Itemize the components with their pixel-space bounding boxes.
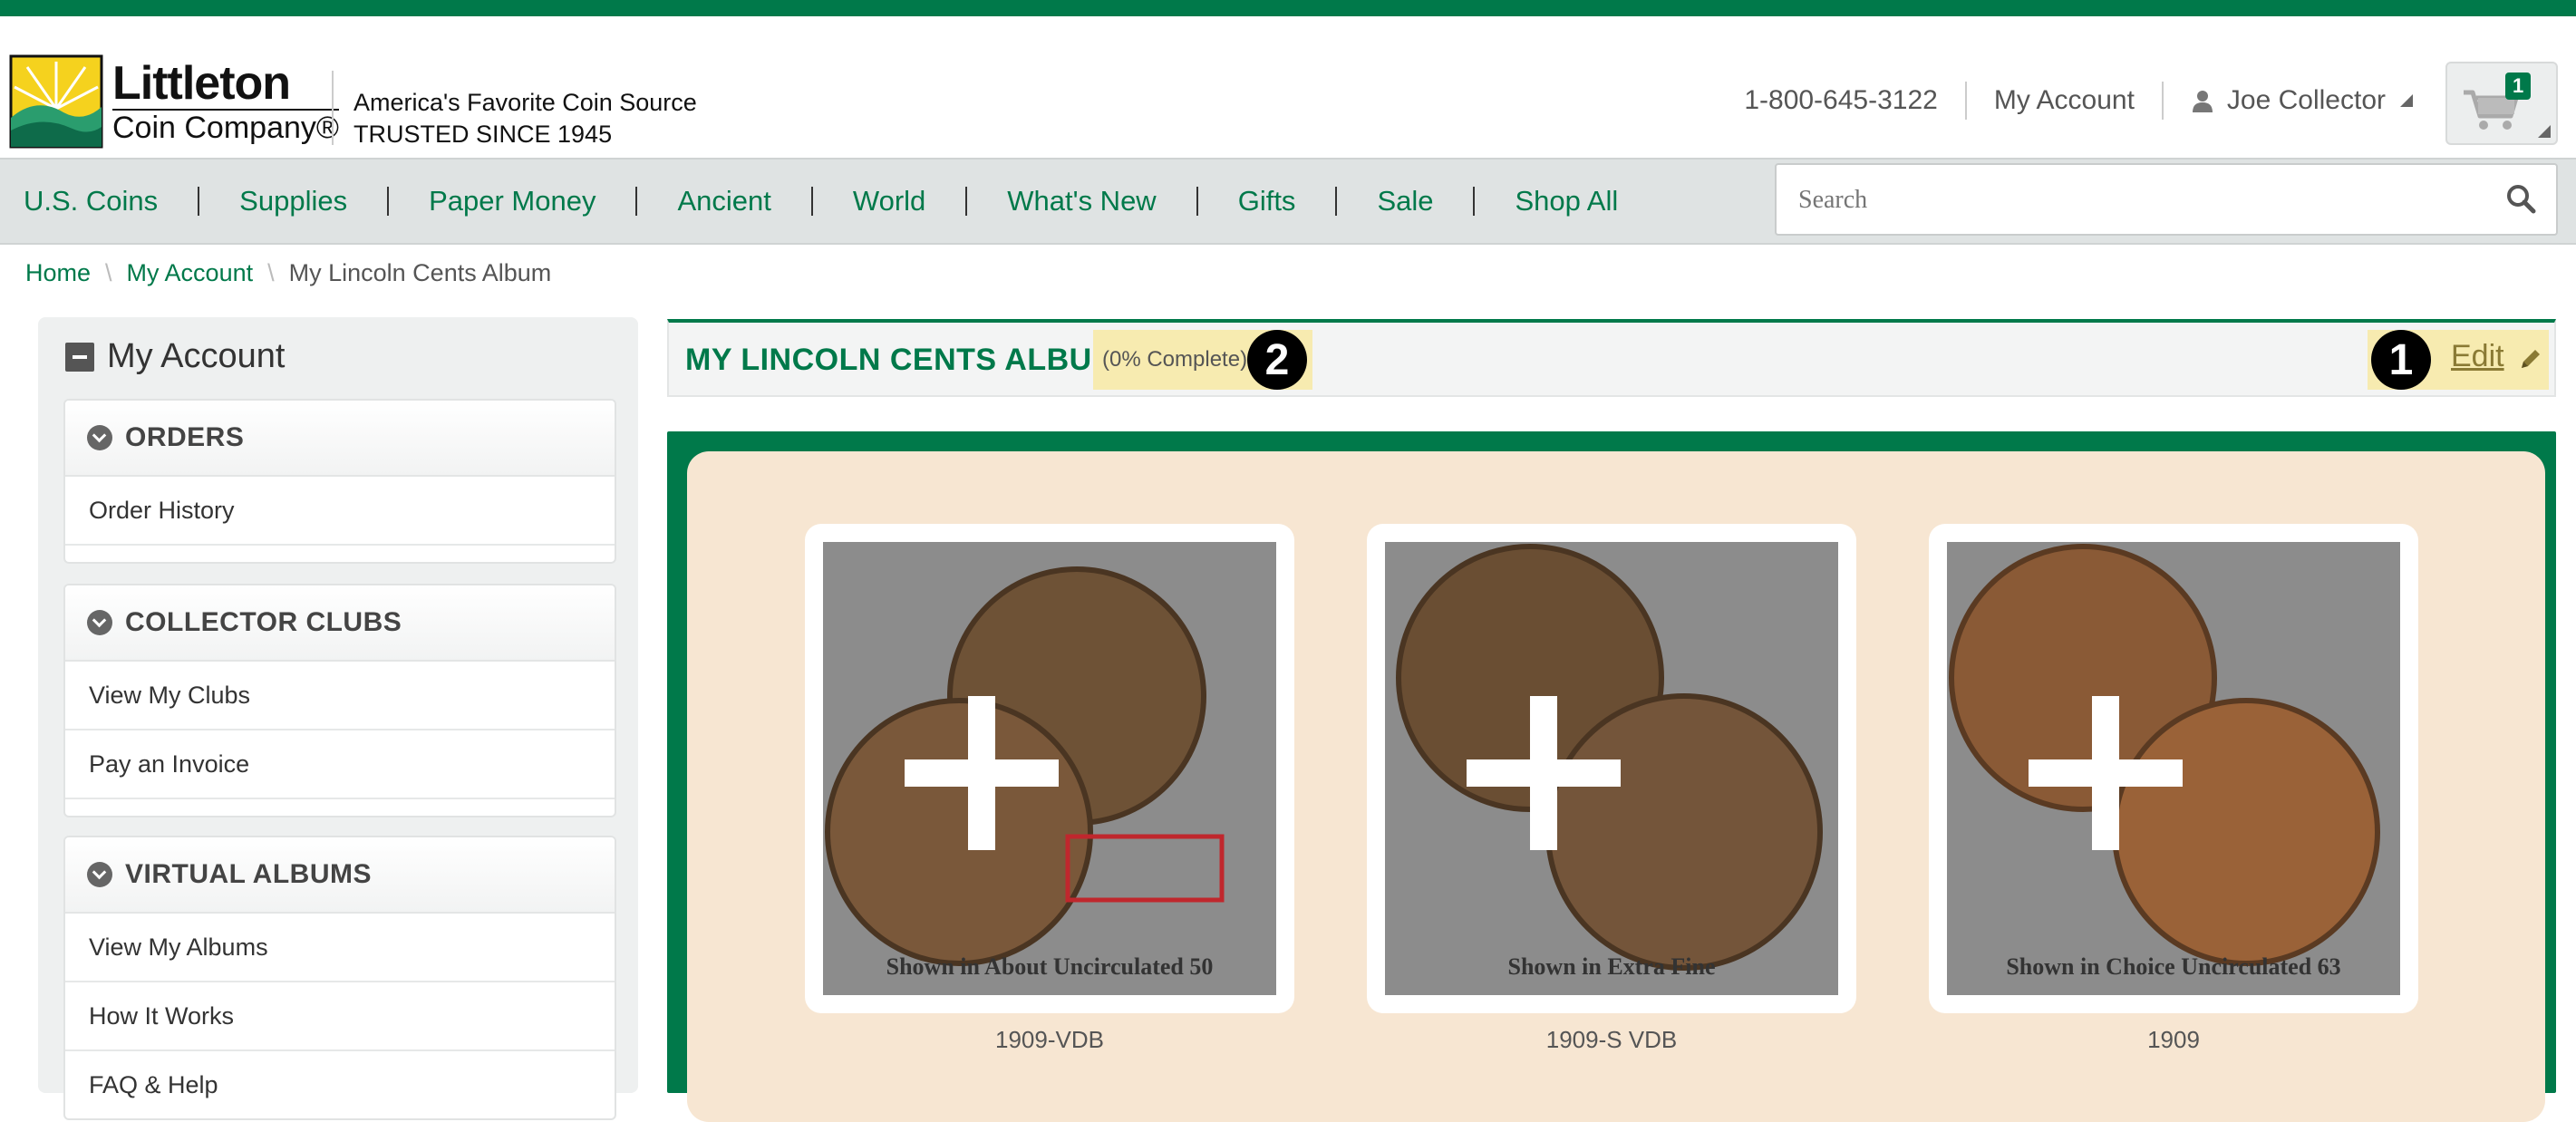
sidebar-section-orders: ORDERS Order History xyxy=(63,399,616,564)
section-heading: ORDERS xyxy=(125,422,245,452)
collapse-icon xyxy=(65,342,94,372)
sidebar-item-order-history[interactable]: Order History xyxy=(65,477,615,546)
coin-caption: Shown in Choice Uncirculated 63 xyxy=(2006,953,2341,980)
tagline-main: America's Favorite Coin Source xyxy=(353,89,697,116)
sidebar-title: My Account xyxy=(107,337,286,375)
nav-divider xyxy=(387,187,390,216)
section-header-collector-clubs[interactable]: COLLECTOR CLUBS xyxy=(65,585,615,662)
coin-image: Shown in Extra Fine xyxy=(1385,542,1838,995)
nav-item-ancient[interactable]: Ancient xyxy=(677,185,770,218)
section-header-orders[interactable]: ORDERS xyxy=(65,401,615,477)
dropdown-corner-icon xyxy=(2400,94,2413,107)
page-title: MY LINCOLN CENTS ALBUM xyxy=(685,343,1119,377)
nav-item-world[interactable]: World xyxy=(853,185,925,218)
coin-slot-label: 1909 xyxy=(2147,1026,2200,1053)
site-header: Littleton Coin Company® America's Favori… xyxy=(0,16,2576,158)
account-sidebar: My Account ORDERS Order History COLLECTO… xyxy=(38,317,638,1120)
coin-slot-label: 1909-S VDB xyxy=(1545,1026,1678,1053)
sidebar-item-pay-invoice[interactable]: Pay an Invoice xyxy=(65,730,615,799)
section-footer xyxy=(65,546,615,562)
logo-name: Littleton xyxy=(112,57,291,110)
nav-divider xyxy=(198,187,200,216)
divider xyxy=(1964,82,1967,120)
callout-badge-2: 2 xyxy=(1247,330,1307,390)
nav-item-whats-new[interactable]: What's New xyxy=(1007,185,1156,218)
divider xyxy=(2161,82,2164,120)
chevron-down-icon xyxy=(87,425,112,450)
coin-slot-label: 1909-VDB xyxy=(995,1026,1104,1053)
album-main: MY LINCOLN CENTS ALBUM (0% Complete) 2 1… xyxy=(667,319,2556,1122)
user-name: Joe Collector xyxy=(2226,85,2386,115)
nav-item-supplies[interactable]: Supplies xyxy=(239,185,347,218)
nav-divider xyxy=(635,187,638,216)
breadcrumb-current: My Lincoln Cents Album xyxy=(288,259,552,286)
sidebar-item-view-my-clubs[interactable]: View My Clubs xyxy=(65,662,615,730)
nav-item-shop-all[interactable]: Shop All xyxy=(1515,185,1618,218)
section-footer xyxy=(65,799,615,816)
cart-button[interactable]: 1 xyxy=(2445,62,2558,145)
coin-pair-icon xyxy=(1949,544,2380,966)
section-heading: VIRTUAL ALBUMS xyxy=(125,859,372,889)
album-title-bar: MY LINCOLN CENTS ALBUM (0% Complete) 2 1… xyxy=(667,319,2556,397)
tagline-since: TRUSTED SINCE 1945 xyxy=(353,121,613,149)
search-box xyxy=(1775,163,2558,236)
tagline: America's Favorite Coin Source TRUSTED S… xyxy=(353,87,697,150)
coin-slot[interactable]: Shown in Choice Uncirculated 63 xyxy=(1929,524,2418,1013)
coin-image: Shown in About Uncirculated 50 xyxy=(823,542,1276,995)
sidebar-section-collector-clubs: COLLECTOR CLUBS View My Clubs Pay an Inv… xyxy=(63,584,616,817)
nav-divider xyxy=(1196,187,1198,216)
sidebar-item-faq-help[interactable]: FAQ & Help xyxy=(65,1051,615,1118)
coin-slot[interactable]: Shown in Extra Fine xyxy=(1367,524,1856,1013)
nav-divider xyxy=(810,187,813,216)
breadcrumb-home[interactable]: Home xyxy=(25,259,91,287)
breadcrumb: Home \ My Account \ My Lincoln Cents Alb… xyxy=(25,259,551,287)
sidebar-item-how-it-works[interactable]: How It Works xyxy=(65,982,615,1051)
coin-pair-icon xyxy=(1396,544,1823,971)
nav-divider xyxy=(1473,187,1476,216)
search-input[interactable] xyxy=(1796,181,2489,219)
chevron-down-icon xyxy=(87,862,112,887)
pencil-icon[interactable] xyxy=(2518,346,2543,372)
my-account-link[interactable]: My Account xyxy=(1994,85,2135,116)
nav-item-gifts[interactable]: Gifts xyxy=(1238,185,1296,218)
coin-image: Shown in Choice Uncirculated 63 xyxy=(1947,542,2400,995)
user-menu[interactable]: Joe Collector xyxy=(2191,85,2413,116)
cart-count-badge: 1 xyxy=(2505,73,2532,100)
phone-link[interactable]: 1-800-645-3122 xyxy=(1744,85,1938,116)
coin-slot[interactable]: Shown in About Uncirculated 50 xyxy=(805,524,1294,1013)
nav-divider xyxy=(1335,187,1338,216)
nav-item-us-coins[interactable]: U.S. Coins xyxy=(24,185,158,218)
coin-caption: Shown in About Uncirculated 50 xyxy=(886,953,1214,980)
album-page: Shown in About Uncirculated 50 1909-VDB … xyxy=(687,451,2545,1122)
sidebar-header[interactable]: My Account xyxy=(65,337,285,376)
logo[interactable]: Littleton Coin Company® xyxy=(9,54,339,149)
logo-divider xyxy=(332,71,334,145)
nav-divider xyxy=(965,187,968,216)
nav-item-paper-money[interactable]: Paper Money xyxy=(429,185,596,218)
coin-pair-icon xyxy=(825,566,1225,966)
sidebar-section-virtual-albums: VIRTUAL ALBUMS View My Albums How It Wor… xyxy=(63,836,616,1120)
section-heading: COLLECTOR CLUBS xyxy=(125,607,402,637)
search-icon[interactable] xyxy=(2505,183,2536,214)
dropdown-corner-icon xyxy=(2538,125,2551,138)
album-frame: Shown in About Uncirculated 50 1909-VDB … xyxy=(667,431,2556,1122)
header-links: 1-800-645-3122 My Account Joe Collector xyxy=(1744,82,2413,120)
logo-subname: Coin Company® xyxy=(112,109,339,145)
nav-item-sale[interactable]: Sale xyxy=(1377,185,1433,218)
section-header-virtual-albums[interactable]: VIRTUAL ALBUMS xyxy=(65,837,615,914)
edit-album-link[interactable]: Edit xyxy=(2451,339,2504,374)
breadcrumb-my-account[interactable]: My Account xyxy=(127,259,254,287)
coin-caption: Shown in Extra Fine xyxy=(1507,953,1716,980)
user-icon xyxy=(2192,91,2213,112)
chevron-down-icon xyxy=(87,610,112,635)
sidebar-item-view-my-albums[interactable]: View My Albums xyxy=(65,914,615,982)
breadcrumb-separator: \ xyxy=(105,259,112,286)
breadcrumb-separator: \ xyxy=(267,259,275,286)
callout-badge-1: 1 xyxy=(2371,330,2431,390)
logo-mark-icon xyxy=(9,54,103,149)
top-accent-bar xyxy=(0,0,2576,16)
